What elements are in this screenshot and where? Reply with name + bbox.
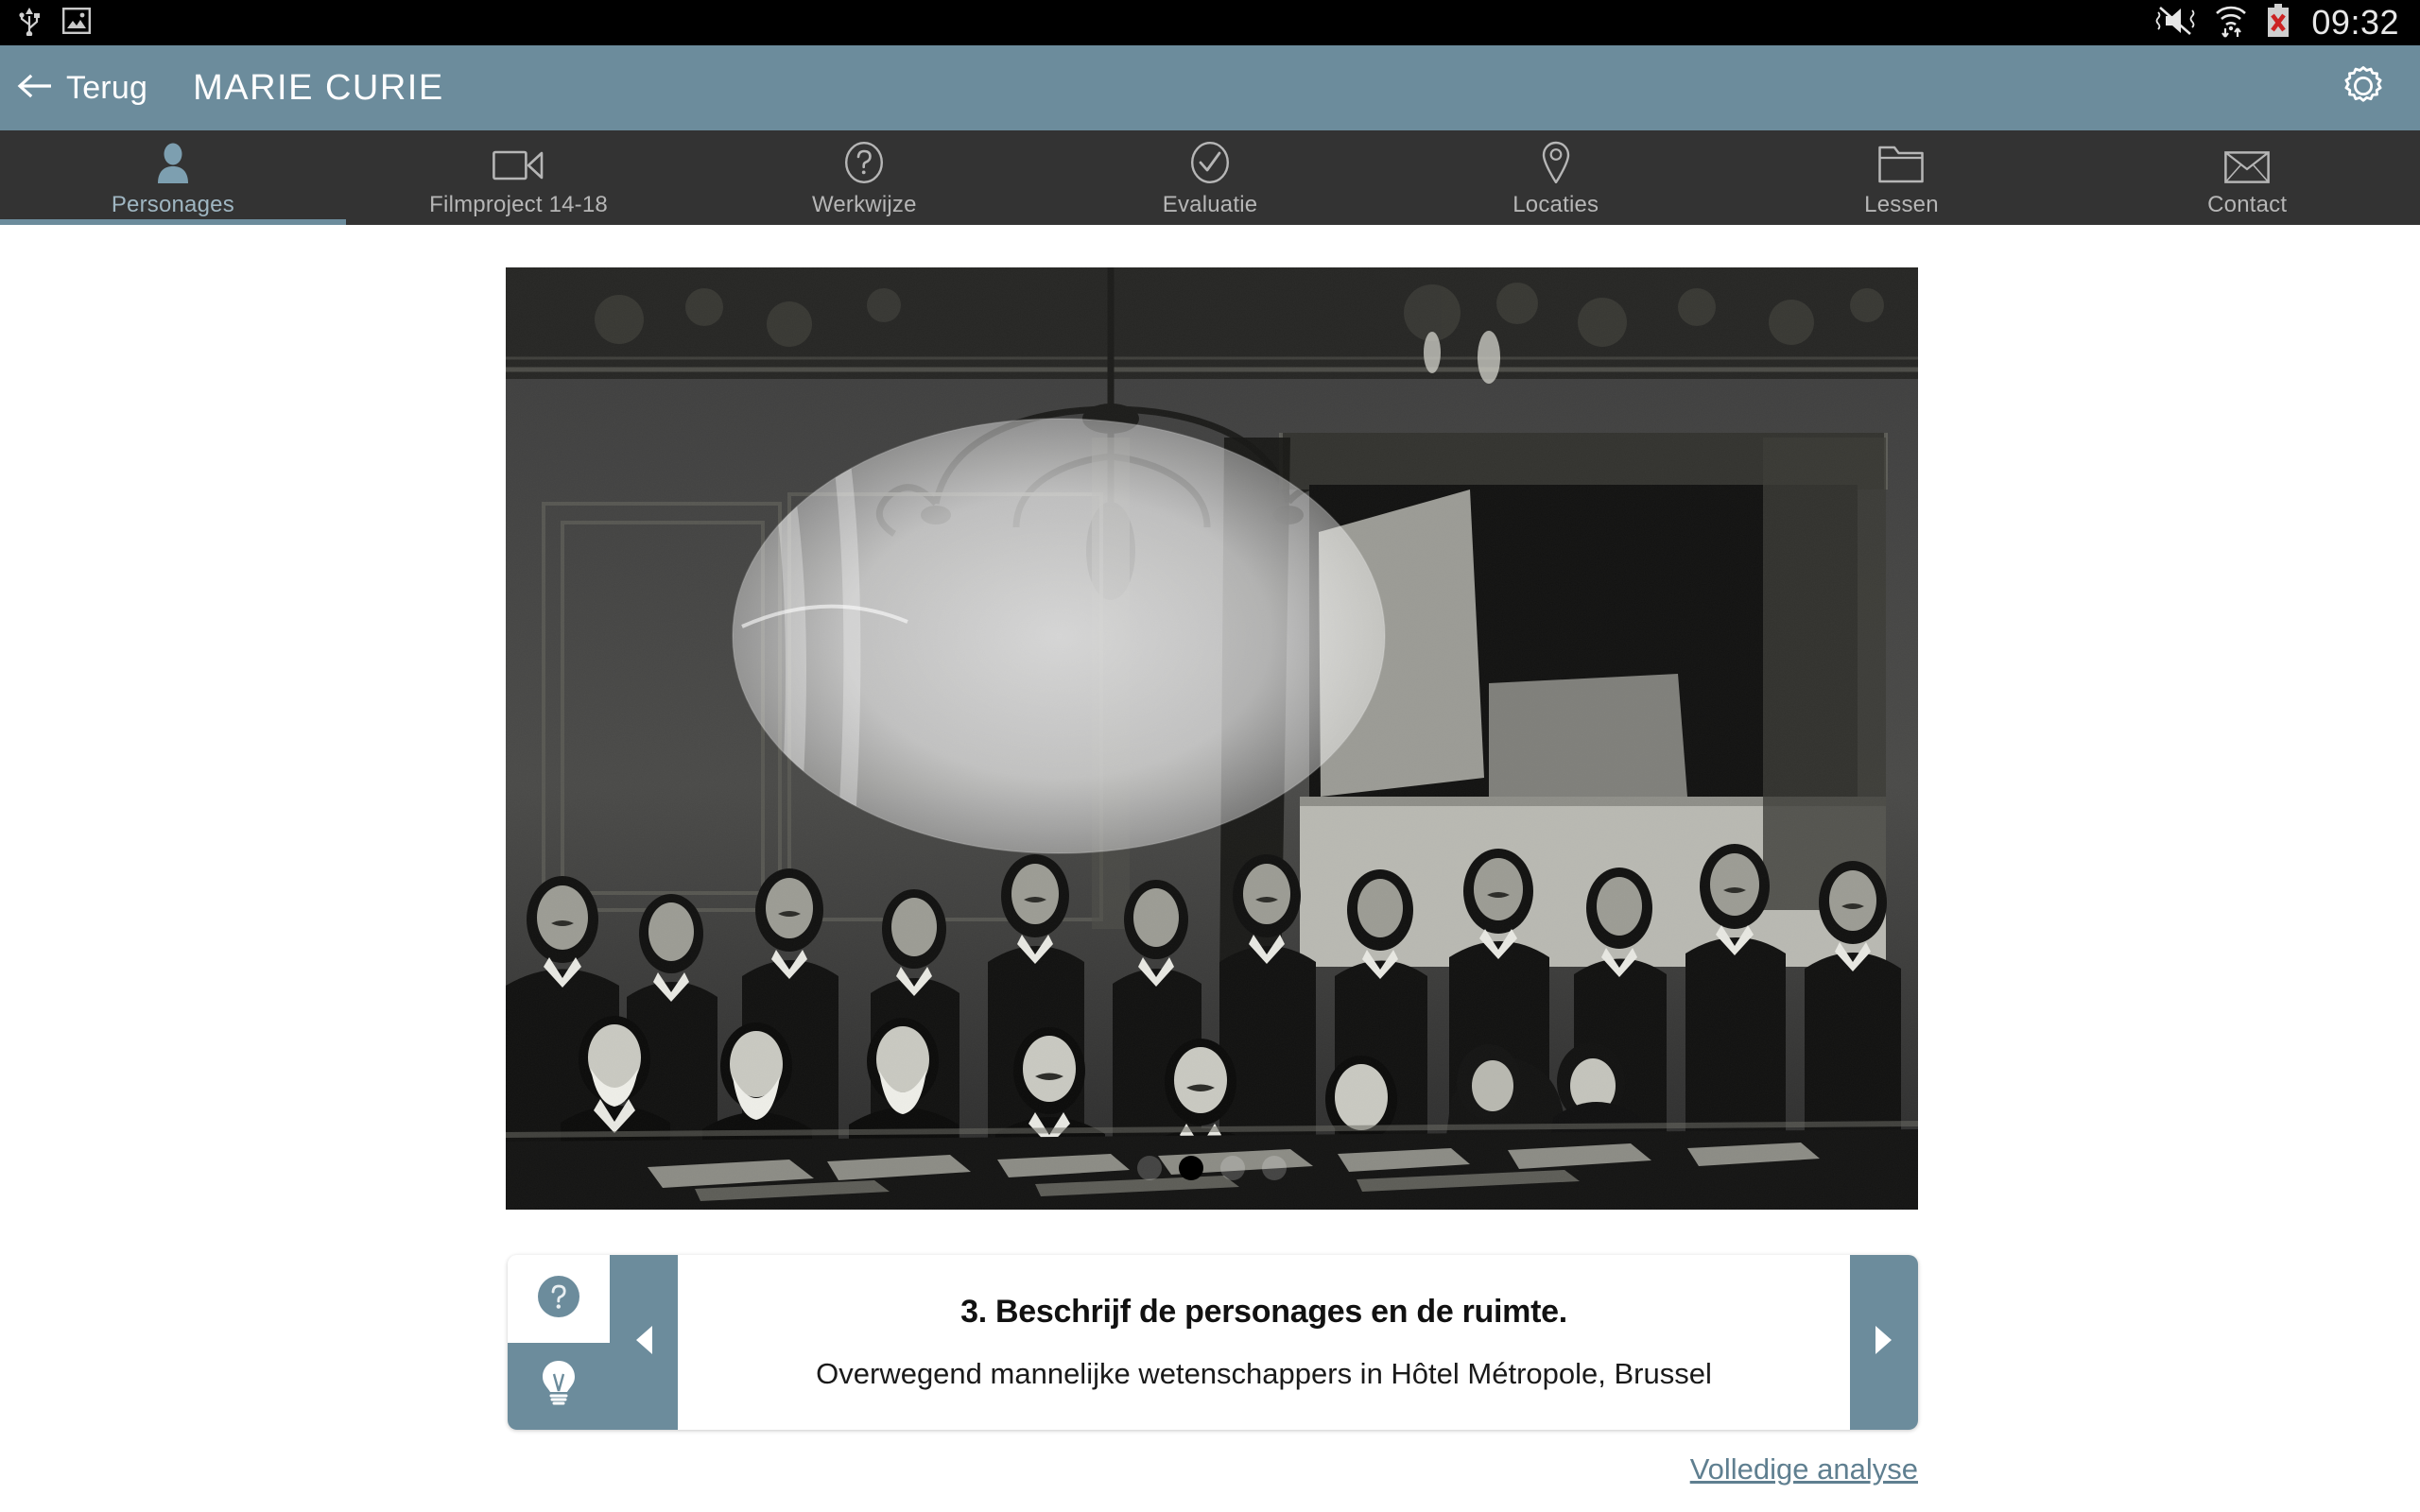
- settings-button[interactable]: [2339, 61, 2420, 115]
- caption-answer-text: Overwegend mannelijke wetenschappers in …: [816, 1357, 1712, 1390]
- tab-label: Filmproject 14-18: [429, 191, 608, 217]
- folder-icon: [1878, 142, 1925, 183]
- tab-label: Locaties: [1512, 191, 1599, 217]
- tab-filmproject[interactable]: Filmproject 14-18: [346, 130, 692, 225]
- caption-side-buttons: [508, 1255, 610, 1430]
- back-button-label: Terug: [66, 69, 148, 106]
- previous-button[interactable]: [610, 1255, 678, 1430]
- tab-personages[interactable]: Personages: [0, 130, 346, 225]
- caption-panel: 3. Beschrijf de personages en de ruimte.…: [508, 1255, 1918, 1430]
- status-bar-right-icons: 09:32: [2154, 3, 2420, 43]
- usb-icon: [17, 6, 42, 41]
- status-bar-left-icons: [0, 6, 92, 41]
- page-title: MARIE CURIE: [193, 67, 444, 108]
- volledige-analyse-link[interactable]: Volledige analyse: [1690, 1452, 1918, 1486]
- main-tab-bar: Personages Filmproject 14-18 Werkwijze E…: [0, 130, 2420, 225]
- tab-label: Werkwijze: [811, 191, 917, 217]
- tab-label: Evaluatie: [1162, 191, 1258, 217]
- wifi-transfer-icon: [2213, 3, 2249, 43]
- tab-werkwijze[interactable]: Werkwijze: [691, 130, 1037, 225]
- hint-button[interactable]: [508, 1342, 610, 1430]
- caption-question-title: 3. Beschrijf de personages en de ruimte.: [960, 1294, 1567, 1330]
- status-bar-clock: 09:32: [2311, 3, 2399, 42]
- mute-vibrate-icon: [2154, 5, 2196, 42]
- question-circle-icon: [844, 141, 884, 183]
- tab-locaties[interactable]: Locaties: [1383, 130, 1729, 225]
- question-mark-icon: [537, 1275, 580, 1323]
- video-camera-icon: [492, 142, 545, 183]
- carousel-dot[interactable]: [1137, 1156, 1162, 1180]
- gear-icon: [2339, 61, 2388, 115]
- photo-illustration: [506, 267, 1918, 1210]
- chevron-left-icon: [633, 1324, 654, 1361]
- person-icon: [155, 142, 191, 183]
- battery-error-icon: [2266, 3, 2290, 43]
- tab-label: Contact: [2207, 191, 2288, 217]
- screenshot-image-icon: [62, 7, 92, 39]
- next-button[interactable]: [1850, 1255, 1918, 1430]
- question-button[interactable]: [508, 1255, 610, 1343]
- carousel-dots: [506, 1156, 1918, 1180]
- lightbulb-icon: [539, 1359, 579, 1413]
- envelope-icon: [2224, 142, 2271, 183]
- status-bar: 09:32: [0, 0, 2420, 45]
- tab-contact[interactable]: Contact: [2074, 130, 2420, 225]
- analysis-link-container: Volledige analyse: [0, 1452, 1918, 1486]
- main-content: 3. Beschrijf de personages en de ruimte.…: [0, 225, 2420, 1512]
- tab-lessen[interactable]: Lessen: [1729, 130, 2075, 225]
- tab-label: Lessen: [1864, 191, 1939, 217]
- map-pin-icon: [1540, 141, 1572, 183]
- chevron-right-icon: [1874, 1324, 1894, 1361]
- app-header: Terug MARIE CURIE: [0, 45, 2420, 130]
- carousel-dot-active[interactable]: [1179, 1156, 1203, 1180]
- arrow-left-icon: [15, 72, 53, 105]
- historic-photo[interactable]: [506, 267, 1918, 1210]
- back-button[interactable]: Terug: [0, 70, 147, 107]
- tab-evaluatie[interactable]: Evaluatie: [1037, 130, 1383, 225]
- caption-text-area: 3. Beschrijf de personages en de ruimte.…: [678, 1255, 1850, 1430]
- carousel-dot[interactable]: [1262, 1156, 1287, 1180]
- carousel-dot[interactable]: [1220, 1156, 1245, 1180]
- check-circle-icon: [1190, 141, 1230, 183]
- tab-label: Personages: [111, 191, 234, 217]
